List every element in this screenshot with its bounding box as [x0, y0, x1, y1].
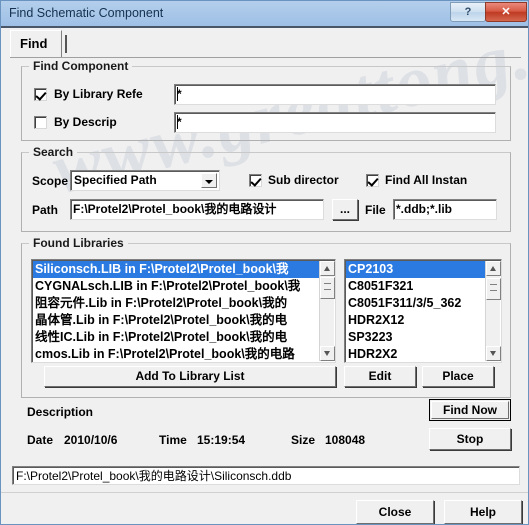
stop-button[interactable]: Stop — [429, 428, 511, 450]
help-button[interactable]: Help — [444, 500, 522, 524]
help-icon[interactable]: ? — [450, 2, 486, 22]
found-components-items: CP2103 C8051F321 C8051F311/3/5_362 HDR2X… — [346, 261, 487, 362]
file-label: File — [365, 203, 386, 217]
found-components-scrollbar[interactable] — [485, 261, 501, 361]
file-input[interactable]: *.ddb;*.lib — [393, 199, 497, 220]
path-label: Path — [32, 203, 59, 217]
time-label: Time — [159, 433, 187, 447]
tab-find[interactable]: Find — [10, 30, 62, 57]
window-title: Find Schematic Component — [9, 6, 164, 20]
by-library-ref-checkbox[interactable] — [34, 88, 47, 101]
scrollbar-thumb[interactable] — [320, 277, 335, 299]
scrollbar-thumb[interactable] — [486, 278, 501, 300]
tab-caret — [65, 35, 67, 53]
find-component-group: Find Component By Library Refe * By Desc… — [21, 59, 511, 141]
by-description-input[interactable]: * — [174, 112, 496, 133]
sub-directories-label: Sub director — [268, 173, 339, 187]
date-value: 2010/10/6 — [64, 433, 118, 447]
scroll-down-icon[interactable] — [486, 346, 501, 361]
search-group: Search Scope Specified Path Sub director… — [21, 145, 511, 232]
scroll-down-icon[interactable] — [320, 346, 335, 361]
list-item[interactable]: SP3223 — [346, 329, 487, 346]
list-item[interactable]: HDR2X2 — [346, 346, 487, 362]
dialog-client-area: www.greattong.com Find Find Component By… — [1, 1, 528, 524]
list-item[interactable]: 阻容元件.Lib in F:\Protel2\Protel_book\我的 — [33, 295, 321, 312]
chevron-down-icon[interactable] — [201, 173, 217, 188]
found-libraries-legend: Found Libraries — [29, 236, 128, 250]
find-all-instances-label: Find All Instan — [385, 173, 468, 187]
list-item[interactable]: CP2103 — [346, 261, 487, 278]
time-value: 15:19:54 — [197, 433, 246, 447]
scope-value: Specified Path — [74, 173, 157, 187]
found-libraries-group: Found Libraries Siliconsch.LIB in F:\Pro… — [21, 236, 511, 398]
list-item[interactable]: CYGNALsch.LIB in F:\Protel2\Protel_book\… — [33, 278, 321, 295]
find-component-legend: Find Component — [29, 59, 133, 73]
by-library-ref-input[interactable]: * — [174, 84, 496, 105]
scroll-up-icon[interactable] — [320, 261, 335, 276]
size-label: Size — [291, 433, 316, 447]
search-legend: Search — [29, 145, 78, 159]
scroll-up-icon[interactable] — [486, 261, 501, 276]
by-description-label-text: By Descrip — [54, 115, 117, 129]
list-item[interactable]: cmos.Lib in F:\Protel2\Protel_book\我的电路 — [33, 346, 321, 362]
find-schematic-component-dialog: Find Schematic Component ? ✕ www.greatto… — [0, 0, 529, 525]
by-library-ref-label: By Library Refe — [54, 87, 172, 101]
browse-path-button[interactable]: ... — [332, 199, 358, 220]
list-item[interactable]: C8051F311/3/5_362 — [346, 295, 487, 312]
scope-select[interactable]: Specified Path — [70, 170, 220, 191]
found-libraries-items: Siliconsch.LIB in F:\Protel2\Protel_book… — [33, 261, 321, 362]
by-description-label: By Descrip — [54, 115, 172, 129]
list-item[interactable]: HDR2X12 — [346, 312, 487, 329]
date-label: Date — [27, 433, 54, 447]
edit-button[interactable]: Edit — [344, 366, 416, 387]
list-item[interactable]: 晶体管.Lib in F:\Protel2\Protel_book\我的电 — [33, 312, 321, 329]
found-libraries-list[interactable]: Siliconsch.LIB in F:\Protel2\Protel_book… — [31, 259, 336, 363]
description-label: Description — [27, 405, 94, 419]
add-to-library-list-button[interactable]: Add To Library List — [44, 366, 336, 387]
list-item[interactable]: Siliconsch.LIB in F:\Protel2\Protel_book… — [33, 261, 321, 278]
status-path-field: F:\Protel2\Protel_book\我的电路设计\Siliconsch… — [12, 466, 520, 485]
place-button[interactable]: Place — [422, 366, 494, 387]
size-value: 108048 — [325, 433, 366, 447]
find-all-instances-checkbox[interactable] — [366, 174, 379, 187]
path-input[interactable]: F:\Protel2\Protel_book\我的电路设计 — [70, 199, 324, 220]
tab-strip: Find — [10, 30, 521, 58]
found-libraries-scrollbar[interactable] — [319, 261, 335, 361]
find-now-button[interactable]: Find Now — [429, 399, 511, 421]
bottom-separator — [1, 492, 528, 493]
by-library-ref-label-text: By Library Refe — [54, 87, 143, 101]
found-components-list[interactable]: CP2103 C8051F321 C8051F311/3/5_362 HDR2X… — [344, 259, 502, 363]
close-icon[interactable]: ✕ — [485, 2, 527, 22]
sub-directories-checkbox[interactable] — [249, 174, 262, 187]
title-bar: Find Schematic Component ? ✕ — [1, 1, 528, 28]
scope-label: Scope — [32, 174, 68, 188]
list-item[interactable]: C8051F321 — [346, 278, 487, 295]
find-now-button-label: Find Now — [443, 403, 497, 417]
by-description-checkbox[interactable] — [34, 116, 47, 129]
close-button[interactable]: Close — [356, 500, 434, 524]
list-item[interactable]: 线性IC.Lib in F:\Protel2\Protel_book\我的电 — [33, 329, 321, 346]
